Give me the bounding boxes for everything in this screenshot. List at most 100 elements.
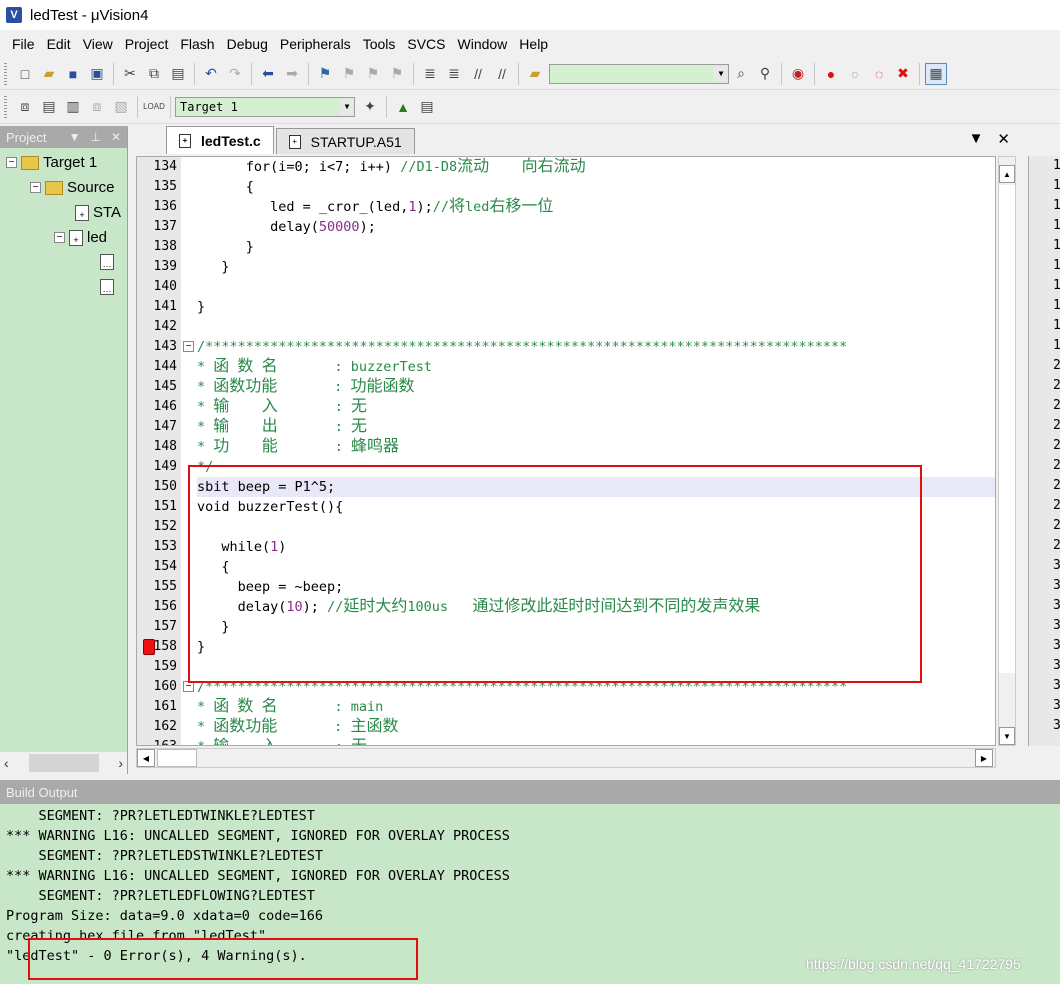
copy-icon[interactable]: ⧉ bbox=[143, 63, 165, 85]
bookmark-toggle-icon[interactable]: ⚑ bbox=[314, 63, 336, 85]
line-number: 150 bbox=[153, 479, 177, 494]
unindent-icon[interactable]: ≣ bbox=[443, 63, 465, 85]
translate-icon[interactable]: ⧈ bbox=[14, 96, 36, 118]
breakpoint-disable-all-icon[interactable]: ◌ bbox=[868, 63, 890, 85]
scroll-up-icon[interactable]: ▲ bbox=[999, 165, 1015, 183]
line-number: 146 bbox=[153, 399, 177, 414]
line-number: 32 bbox=[1053, 598, 1060, 613]
line-number: 38 bbox=[1053, 718, 1060, 733]
new-file-icon[interactable]: □ bbox=[14, 63, 36, 85]
bookmark-next-icon[interactable]: ⚑ bbox=[362, 63, 384, 85]
manage-components-icon[interactable]: ▲ bbox=[392, 96, 414, 118]
close-icon[interactable]: ✕ bbox=[111, 130, 121, 144]
second-editor-gutter[interactable]: 10 11 12 13 14 15 16 17 18 19 20 21 22 23 24 25 26 27 28 29… bbox=[1028, 156, 1060, 746]
uncomment-icon[interactable]: // bbox=[491, 63, 513, 85]
scroll-left-icon[interactable]: ◀ bbox=[137, 749, 155, 767]
editor-hscrollbar[interactable]: ◀ ▶ bbox=[136, 748, 996, 768]
open-folder-icon[interactable]: ▰ bbox=[38, 63, 60, 85]
toolbar-grip[interactable] bbox=[4, 95, 7, 118]
window-layout-icon[interactable]: ▦ bbox=[925, 62, 947, 85]
tree-node-ledtest-file[interactable]: − + led bbox=[54, 229, 107, 246]
scroll-right-icon[interactable]: › bbox=[118, 755, 123, 771]
line-number: 138 bbox=[153, 239, 177, 254]
tree-node-startup-file[interactable]: + STA bbox=[75, 204, 121, 221]
collapse-icon[interactable]: − bbox=[6, 157, 17, 168]
save-icon[interactable]: ■ bbox=[62, 63, 84, 85]
toolbar-separator bbox=[308, 62, 309, 85]
save-all-icon[interactable]: ▣ bbox=[86, 63, 108, 85]
target-options-icon[interactable]: ✦ bbox=[359, 96, 381, 118]
menu-project[interactable]: Project bbox=[119, 36, 175, 52]
toolbar-grip[interactable] bbox=[4, 62, 7, 85]
code-line: * 函数功能 : 功能函数 bbox=[197, 378, 415, 395]
tab-ledtest-c[interactable]: + ledTest.c bbox=[166, 126, 274, 154]
nav-back-icon[interactable]: ⬅ bbox=[257, 63, 279, 85]
line-number-gutter[interactable]: 134 135 136 137 138 139 140 141 142 143 144 145 146 1… bbox=[137, 157, 181, 745]
close-icon[interactable]: ✕ bbox=[997, 130, 1010, 148]
fold-toggle-icon[interactable]: − bbox=[183, 341, 194, 352]
menu-tools[interactable]: Tools bbox=[357, 36, 402, 52]
redo-icon[interactable]: ↷ bbox=[224, 63, 246, 85]
line-number: 147 bbox=[153, 419, 177, 434]
scroll-right-icon[interactable]: ▶ bbox=[975, 749, 993, 767]
menu-help[interactable]: Help bbox=[513, 36, 554, 52]
code-line: } bbox=[197, 239, 254, 255]
code-line: * 函 数 名 : main bbox=[197, 698, 384, 715]
tree-node-include-file[interactable]: … bbox=[100, 279, 118, 295]
pin-icon[interactable]: ⊥ bbox=[90, 130, 100, 144]
tab-startup-a51[interactable]: + STARTUP.A51 bbox=[275, 128, 415, 154]
menu-view[interactable]: View bbox=[77, 36, 119, 52]
scroll-thumb[interactable] bbox=[157, 749, 197, 767]
menu-bar: File Edit View Project Flash Debug Perip… bbox=[0, 30, 1060, 58]
cut-icon[interactable]: ✂ bbox=[119, 63, 141, 85]
comment-icon[interactable]: // bbox=[467, 63, 489, 85]
tab-list-icon[interactable]: ▼ bbox=[969, 130, 984, 148]
editor-vscrollbar[interactable]: ▲ ▼ bbox=[998, 156, 1016, 746]
scroll-left-icon[interactable]: ‹ bbox=[4, 755, 9, 771]
build-icon[interactable]: ▤ bbox=[38, 96, 60, 118]
target-select[interactable]: Target 1 ▼ bbox=[175, 96, 355, 117]
line-number: 17 bbox=[1053, 298, 1060, 313]
stop-build-icon[interactable]: ▧ bbox=[110, 96, 132, 118]
find-in-files-icon[interactable]: ▰ bbox=[524, 63, 546, 85]
line-number: 156 bbox=[153, 599, 177, 614]
find-combo[interactable]: ▼ bbox=[549, 63, 729, 84]
rebuild-icon[interactable]: ▥ bbox=[62, 96, 84, 118]
bookmark-clear-icon[interactable]: ⚑ bbox=[386, 63, 408, 85]
tree-node-source-group[interactable]: − Source bbox=[30, 179, 115, 196]
menu-svcs[interactable]: SVCS bbox=[401, 36, 451, 52]
menu-edit[interactable]: Edit bbox=[41, 36, 77, 52]
scroll-down-icon[interactable]: ▼ bbox=[999, 727, 1015, 745]
bookmark-prev-icon[interactable]: ⚑ bbox=[338, 63, 360, 85]
undo-icon[interactable]: ↶ bbox=[200, 63, 222, 85]
chevron-down-icon[interactable]: ▼ bbox=[714, 65, 728, 82]
menu-window[interactable]: Window bbox=[452, 36, 514, 52]
breakpoint-marker[interactable] bbox=[143, 639, 155, 655]
breakpoint-kill-all-icon[interactable]: ✖ bbox=[892, 63, 914, 85]
tree-node-target[interactable]: − Target 1 bbox=[6, 154, 97, 171]
chevron-down-icon[interactable]: ▼ bbox=[340, 98, 354, 115]
scroll-thumb[interactable] bbox=[28, 754, 99, 772]
start-debug-icon[interactable]: ◉ bbox=[787, 63, 809, 85]
breakpoint-disable-icon[interactable]: ○ bbox=[844, 63, 866, 85]
nav-forward-icon[interactable]: ➡ bbox=[281, 63, 303, 85]
collapse-icon[interactable]: − bbox=[54, 232, 65, 243]
scroll-thumb[interactable] bbox=[999, 185, 1015, 673]
tree-node-include-file[interactable]: … bbox=[100, 254, 118, 270]
menu-peripherals[interactable]: Peripherals bbox=[274, 36, 357, 52]
select-books-icon[interactable]: ▤ bbox=[416, 96, 438, 118]
menu-debug[interactable]: Debug bbox=[221, 36, 274, 52]
project-hscrollbar[interactable]: ‹ › bbox=[0, 752, 127, 774]
menu-file[interactable]: File bbox=[6, 36, 41, 52]
breakpoint-insert-icon[interactable]: ● bbox=[820, 63, 842, 85]
chevron-down-icon[interactable]: ▼ bbox=[69, 130, 81, 144]
batch-build-icon[interactable]: ⧈ bbox=[86, 96, 108, 118]
paste-icon[interactable]: ▤ bbox=[167, 63, 189, 85]
menu-flash[interactable]: Flash bbox=[174, 36, 220, 52]
indent-icon[interactable]: ≣ bbox=[419, 63, 441, 85]
incremental-find-icon[interactable]: ⚲ bbox=[754, 63, 776, 85]
collapse-icon[interactable]: − bbox=[30, 182, 41, 193]
find-icon[interactable]: ⌕ bbox=[730, 63, 752, 85]
download-icon[interactable]: LOAD bbox=[143, 96, 165, 118]
